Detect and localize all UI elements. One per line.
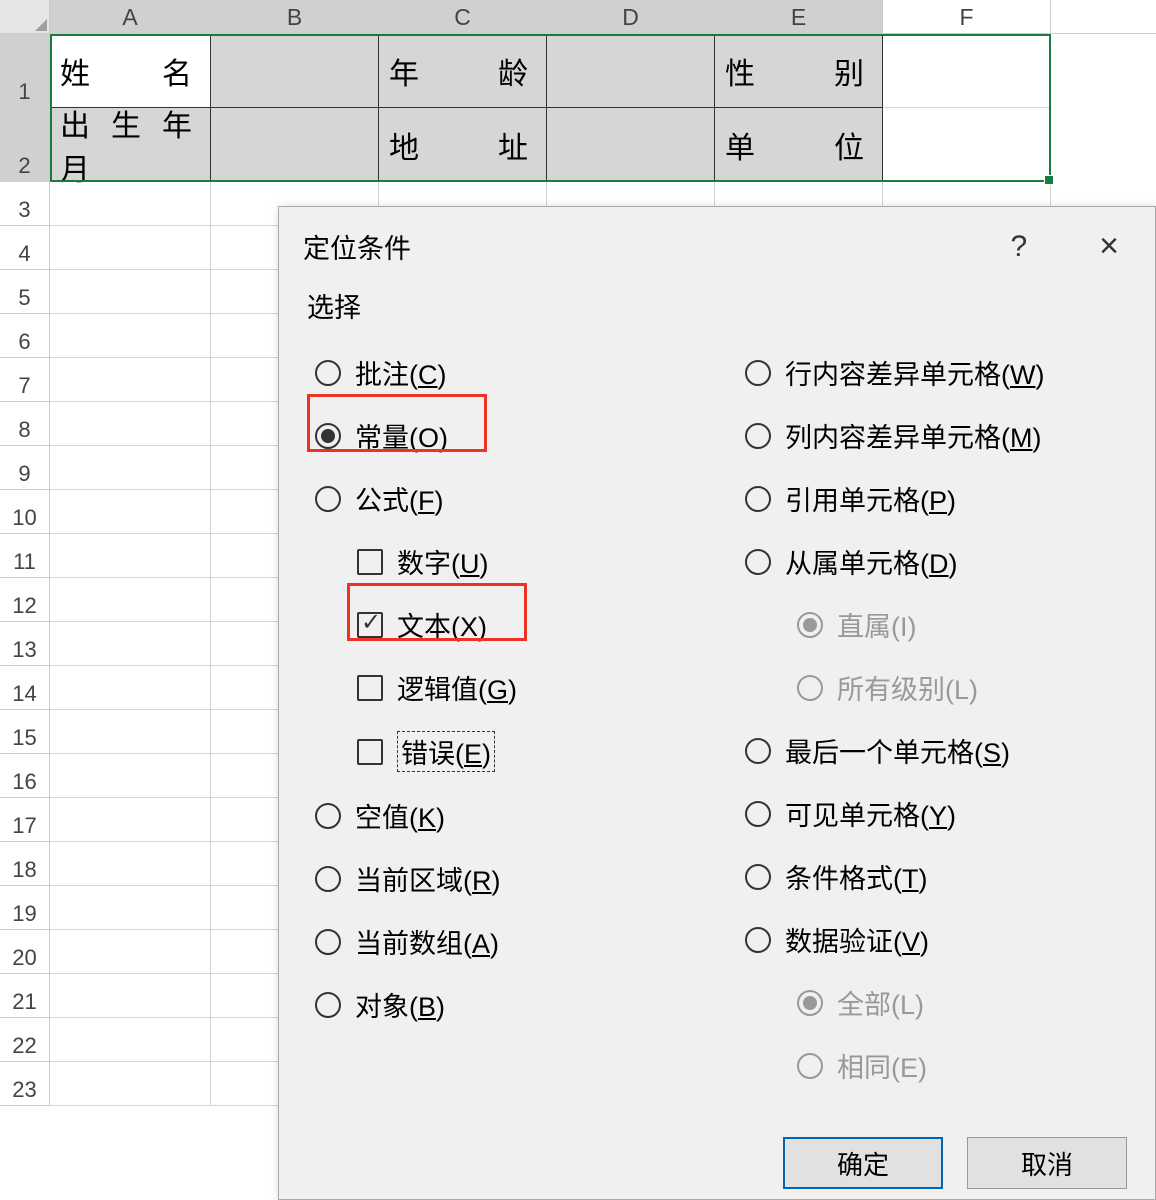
cell-B2[interactable] [211,108,379,182]
opt-comments[interactable]: 批注(C) [307,341,697,404]
opt-region[interactable]: 当前区域(R) [307,847,697,910]
row-header-2[interactable]: 2 [0,108,50,182]
close-icon[interactable]: × [1087,223,1131,270]
opt-condfmt[interactable]: 条件格式(T) [737,845,1127,908]
opt-constants[interactable]: 常量(O) [307,404,697,467]
cell-C1[interactable]: 年龄 [379,34,547,108]
opt-objects[interactable]: 对象(B) [307,973,697,1036]
cell-A2[interactable]: 出生年月 [50,108,211,182]
opt-all: 全部(L) [737,971,1127,1034]
opt-rowdiff[interactable]: 行内容差异单元格(W) [737,341,1127,404]
row-1: 1 姓名 年龄 性别 [0,34,1156,108]
col-header-F[interactable]: F [883,0,1051,33]
opt-visible[interactable]: 可见单元格(Y) [737,782,1127,845]
select-all-corner[interactable] [0,0,50,33]
cell-C2[interactable]: 地址 [379,108,547,182]
col-header-D[interactable]: D [547,0,715,33]
opt-lastcell[interactable]: 最后一个单元格(S) [737,719,1127,782]
cell-A1[interactable]: 姓名 [50,34,211,108]
opt-formulas[interactable]: 公式(F) [307,467,697,530]
row-2: 2 出生年月 地址 单位 [0,108,1156,182]
opt-array[interactable]: 当前数组(A) [307,910,697,973]
ok-button[interactable]: 确定 [783,1137,943,1189]
select-label: 选择 [307,286,1127,325]
opt-text[interactable]: 文本(X) [307,593,697,656]
column-headers: A B C D E F [0,0,1156,34]
help-icon[interactable]: ? [998,226,1039,268]
cell-E1[interactable]: 性别 [715,34,883,108]
col-header-E[interactable]: E [715,0,883,33]
col-header-B[interactable]: B [211,0,379,33]
col-header-C[interactable]: C [379,0,547,33]
cell-F1[interactable] [883,34,1051,108]
opt-blanks[interactable]: 空值(K) [307,784,697,847]
dialog-titlebar[interactable]: 定位条件 ? × [279,207,1155,278]
cell-D2[interactable] [547,108,715,182]
opt-same: 相同(E) [737,1034,1127,1097]
cell-B1[interactable] [211,34,379,108]
opt-datavalid[interactable]: 数据验证(V) [737,908,1127,971]
opt-numbers[interactable]: 数字(U) [307,530,697,593]
opt-coldiff[interactable]: 列内容差异单元格(M) [737,404,1127,467]
opt-precedents[interactable]: 引用单元格(P) [737,467,1127,530]
opt-errors[interactable]: 错误(E) [307,719,697,784]
goto-special-dialog: 定位条件 ? × 选择 批注(C) 常量(O) 公式(F) 数字(U) 文本(X… [278,206,1156,1200]
cell-D1[interactable] [547,34,715,108]
cell-F2[interactable] [883,108,1051,182]
opt-dependents[interactable]: 从属单元格(D) [737,530,1127,593]
cell-E2[interactable]: 单位 [715,108,883,182]
opt-alllevels: 所有级别(L) [737,656,1127,719]
dialog-title: 定位条件 [303,227,411,266]
row-header-1[interactable]: 1 [0,34,50,108]
opt-logical[interactable]: 逻辑值(G) [307,656,697,719]
cancel-button[interactable]: 取消 [967,1137,1127,1189]
opt-direct: 直属(I) [737,593,1127,656]
col-header-A[interactable]: A [50,0,211,33]
